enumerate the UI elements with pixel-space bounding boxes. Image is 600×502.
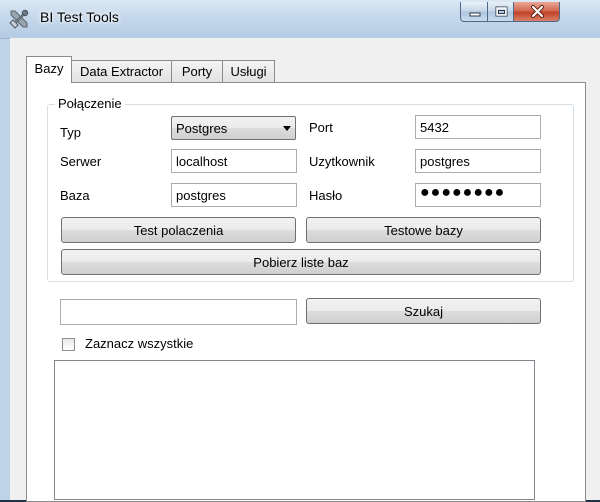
close-button[interactable] — [513, 2, 560, 22]
tab-label: Data Extractor — [79, 64, 164, 79]
port-value: 5432 — [420, 120, 449, 135]
fetch-database-list-button[interactable]: Pobierz liste baz — [61, 249, 541, 275]
tab-label: Bazy — [34, 61, 64, 76]
chevron-down-icon — [283, 126, 291, 131]
database-field[interactable]: postgres — [171, 183, 297, 207]
search-button[interactable]: Szukaj — [306, 298, 541, 324]
minimize-icon — [469, 12, 481, 17]
type-select[interactable]: Postgres — [171, 116, 296, 140]
connection-group-label: Połączenie — [55, 96, 125, 111]
tab-data-extractor[interactable]: Data Extractor — [71, 60, 172, 82]
minimize-button[interactable] — [460, 2, 488, 22]
database-label: Baza — [60, 188, 90, 203]
server-field[interactable]: localhost — [171, 149, 297, 173]
port-label: Port — [309, 120, 333, 135]
tab-bazy[interactable]: Bazy — [26, 56, 72, 83]
database-value: postgres — [176, 188, 226, 203]
password-label: Hasło — [309, 188, 343, 203]
app-window: BI Test Tools Bazy Data Extractor Porty … — [0, 0, 600, 502]
port-field[interactable]: 5432 — [415, 115, 541, 139]
user-label: Uzytkownik — [309, 154, 375, 169]
tab-porty[interactable]: Porty — [171, 60, 223, 82]
title-bar[interactable]: BI Test Tools — [0, 0, 600, 39]
test-databases-button[interactable]: Testowe bazy — [306, 217, 541, 243]
tab-label: Porty — [181, 64, 213, 79]
window-title: BI Test Tools — [40, 9, 119, 25]
user-field[interactable]: postgres — [415, 149, 541, 173]
server-value: localhost — [176, 154, 228, 169]
maximize-button[interactable] — [487, 2, 514, 22]
password-value: ●●●●●●●● — [420, 184, 506, 201]
server-label: Serwer — [60, 154, 102, 169]
type-select-value: Postgres — [176, 121, 228, 136]
select-all-label[interactable]: Zaznacz wszystkie — [85, 336, 193, 351]
client-area: Bazy Data Extractor Porty Usługi Połącze… — [10, 38, 600, 502]
test-connection-button[interactable]: Test polaczenia — [61, 217, 296, 243]
password-field[interactable]: ●●●●●●●● — [415, 183, 541, 207]
tab-uslugi[interactable]: Usługi — [222, 60, 275, 82]
tools-icon — [8, 8, 30, 30]
maximize-icon — [495, 6, 508, 17]
user-value: postgres — [420, 154, 470, 169]
tab-label: Usługi — [230, 64, 267, 79]
database-list[interactable] — [54, 360, 535, 500]
select-all-checkbox[interactable] — [62, 338, 75, 351]
search-input[interactable] — [60, 299, 297, 325]
close-icon — [531, 5, 544, 18]
type-label: Typ — [60, 125, 81, 140]
